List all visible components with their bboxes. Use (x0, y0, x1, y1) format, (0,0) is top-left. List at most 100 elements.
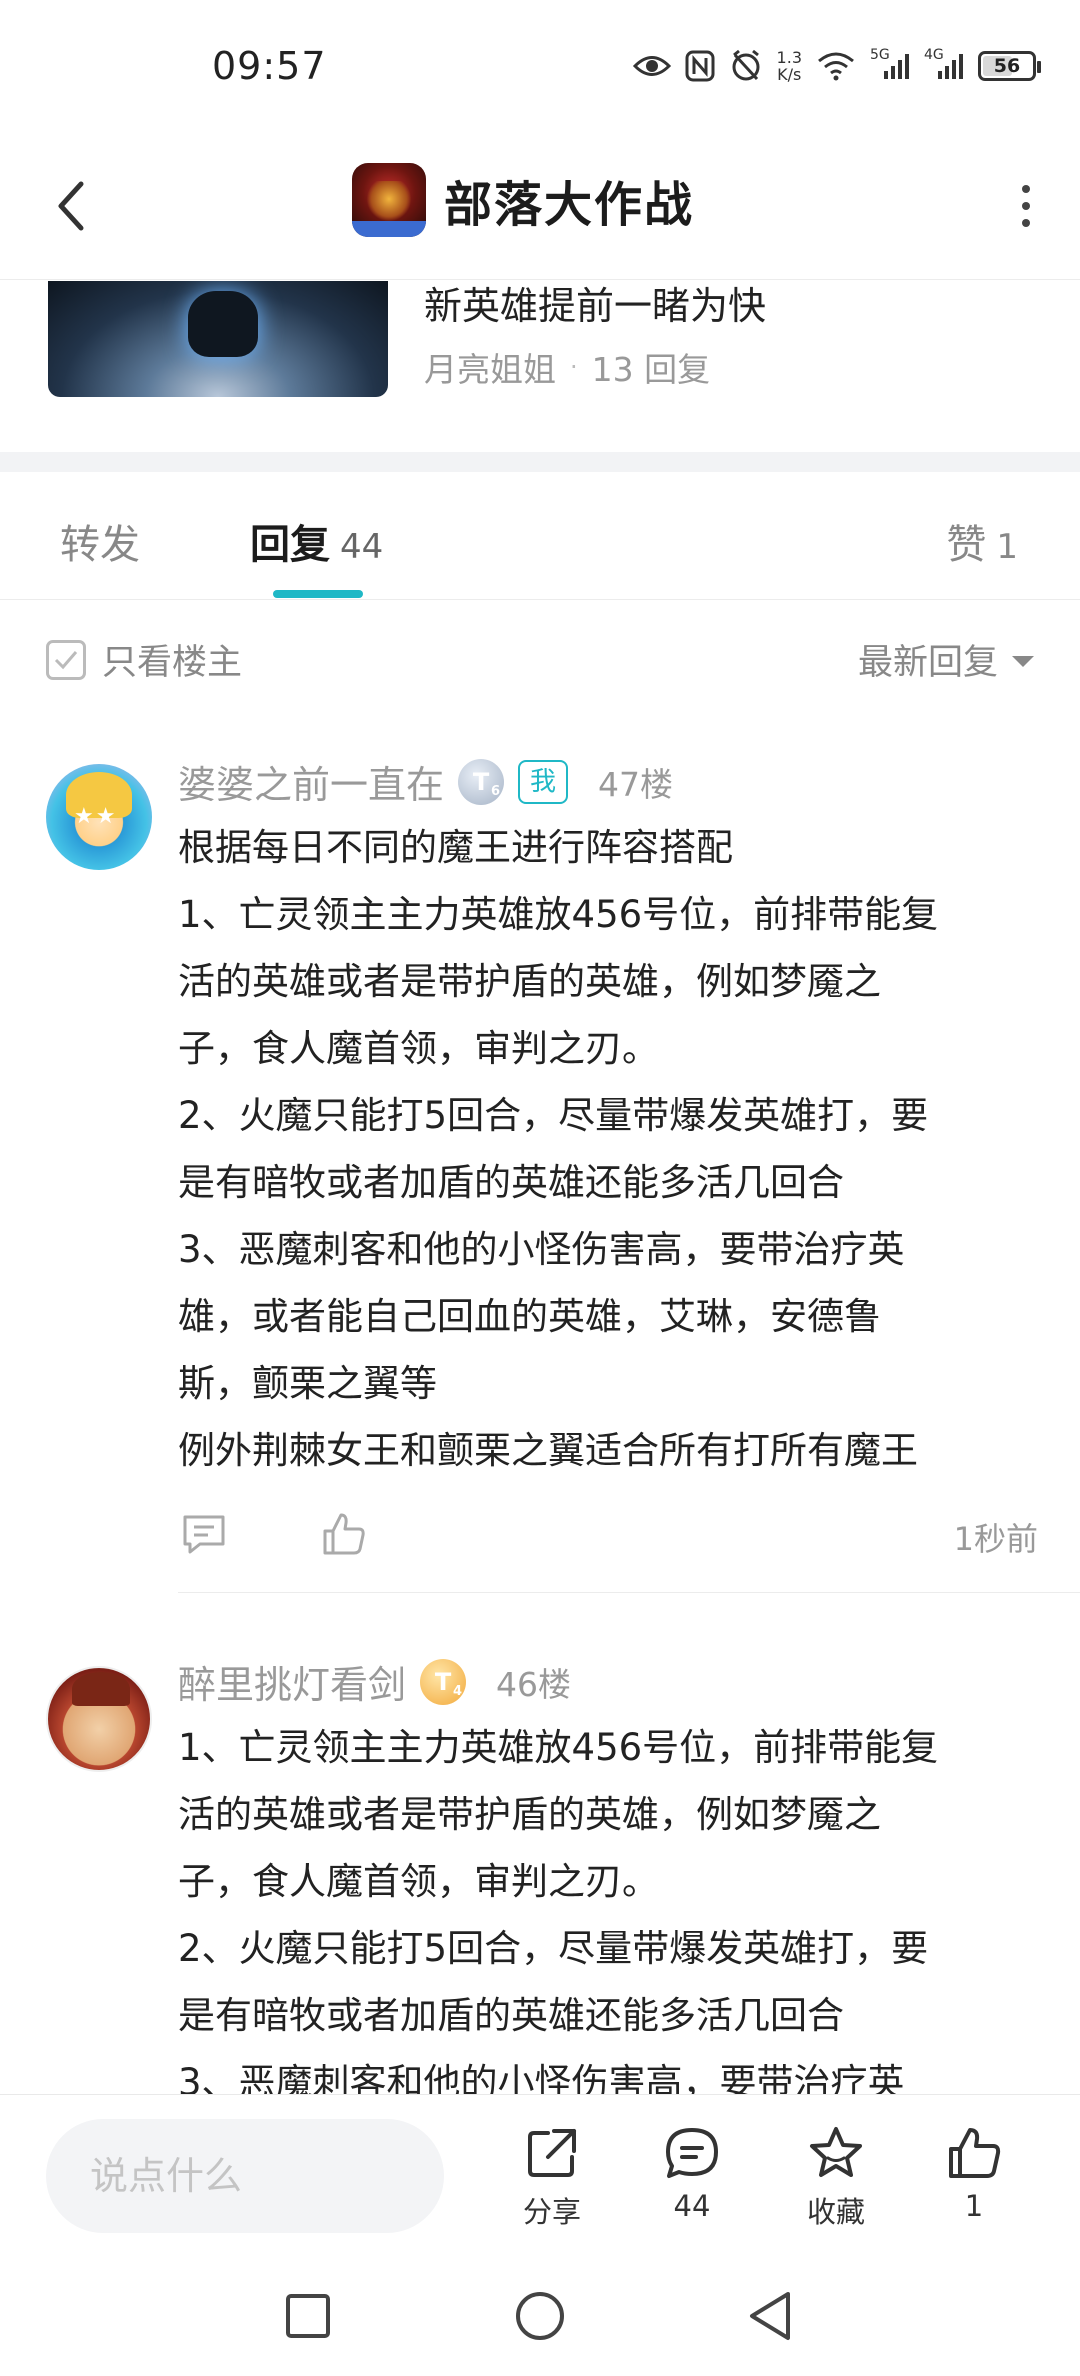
square-icon (286, 2294, 330, 2338)
reply-comment-icon[interactable] (178, 1508, 230, 1560)
tab-like[interactable]: 赞 1 (946, 512, 1018, 570)
sort-dropdown[interactable]: 最新回复 (858, 634, 1034, 685)
comment-line: 子，食人魔首领，审判之刃。 (178, 1860, 659, 1903)
bottom-action-bar: 分享 44 收藏 1 (0, 2094, 1080, 2256)
comment-line: 3、恶魔刺客和他的小怪伤害高，要带治疗英 (178, 1228, 905, 1271)
net-speed-unit: K/s (777, 65, 802, 84)
status-time: 09:57 (212, 44, 327, 88)
more-dot-icon (1022, 219, 1030, 227)
back-arrow-icon (58, 181, 84, 231)
comment-line: 活的英雄或者是带护盾的英雄，例如梦魇之 (178, 960, 881, 1003)
share-button[interactable]: 分享 (492, 2125, 612, 2235)
app-header: 部落大作战 (0, 130, 1080, 280)
game-logo-icon (352, 163, 426, 237)
comment-line: 2、火魔只能打5回合，尽量带爆发英雄打，要 (178, 1094, 929, 1137)
related-post-card[interactable]: 新英雄提前一睹为快 月亮姐姐 · 13 回复 (0, 281, 1080, 451)
battery-icon: 56 (978, 51, 1041, 81)
tab-forward-label: 转发 (60, 522, 140, 568)
comment-username[interactable]: 醉里挑灯看剑 (178, 1654, 406, 1709)
thumbs-up-icon (949, 2128, 1001, 2178)
only-host-toggle[interactable]: 只看楼主 (46, 634, 242, 685)
wifi-icon (816, 51, 856, 81)
signal-5g-label: 5G (870, 47, 890, 63)
tab-reply-count: 44 (340, 527, 384, 567)
status-bar: 09:57 1.3 K/s 5G 4G 56 (0, 0, 1080, 130)
level-badge-letter: T (434, 1667, 452, 1696)
circle-icon (516, 2292, 564, 2340)
more-options-button[interactable] (998, 170, 1054, 242)
active-tab-indicator (273, 590, 363, 598)
comment-author-line: 婆婆之前一直在 T 6 我 47楼 (178, 754, 673, 809)
more-dot-icon (1022, 185, 1030, 193)
tab-forward[interactable]: 转发 (60, 512, 140, 570)
comment-username[interactable]: 婆婆之前一直在 (178, 754, 444, 809)
like-count: 1 (964, 2189, 984, 2223)
star-icon (810, 2127, 862, 2177)
back-button[interactable] (40, 166, 100, 246)
caret-down-icon (1012, 656, 1034, 667)
comment-count-button[interactable]: 44 (632, 2125, 752, 2235)
net-speed: 1.3 K/s (777, 49, 802, 83)
comment-line: 例外荆棘女王和颤栗之翼适合所有打所有魔王 (178, 1429, 918, 1472)
nfc-icon (685, 50, 715, 82)
signal-icon-5g: 5G (870, 47, 910, 81)
only-host-label: 只看楼主 (102, 643, 243, 683)
me-tag: 我 (518, 759, 569, 804)
floor-number: 46楼 (496, 1664, 572, 1704)
comment-line: 1、亡灵领主主力英雄放456号位，前排带能复 (178, 893, 939, 936)
level-badge-icon: T 4 (420, 1658, 467, 1705)
battery-level: 56 (993, 55, 1021, 77)
page-title: 部落大作战 (444, 177, 695, 233)
comment-line: 1、亡灵领主主力英雄放456号位，前排带能复 (178, 1726, 939, 1769)
level-badge-number: 4 (452, 1683, 463, 1699)
related-post-title: 新英雄提前一睹为快 (424, 284, 767, 328)
tab-reply[interactable]: 回复 44 (250, 512, 383, 570)
related-post-replies: 13 回复 (591, 350, 711, 389)
section-divider (0, 452, 1080, 472)
level-badge-letter: T (472, 767, 490, 796)
comment-line: 活的英雄或者是带护盾的英雄，例如梦魇之 (178, 1793, 881, 1836)
tab-like-count: 1 (996, 527, 1018, 567)
triangle-back-icon (750, 2292, 790, 2340)
checkbox-icon[interactable] (46, 639, 86, 680)
comment-icon (666, 2128, 718, 2178)
system-nav-bar (0, 2256, 1080, 2376)
share-icon (528, 2129, 576, 2177)
status-icons: 1.3 K/s 5G 4G 56 (632, 46, 1041, 86)
comment-count: 44 (673, 2189, 711, 2223)
comment-line: 是有暗牧或者加盾的英雄还能多活几回合 (178, 1994, 844, 2037)
comment-body: 根据每日不同的魔王进行阵容搭配 1、亡灵领主主力英雄放456号位，前排带能复 活… (178, 814, 1038, 1484)
comment-line: 斯，颤栗之翼等 (178, 1362, 437, 1405)
like-comment-icon[interactable] (318, 1508, 370, 1560)
avatar[interactable] (46, 1666, 152, 1772)
header-title-group[interactable]: 部落大作战 (352, 160, 694, 240)
avatar[interactable] (46, 764, 152, 870)
related-post-thumbnail (48, 281, 388, 397)
filter-row: 只看楼主 最新回复 (0, 600, 1080, 720)
favorite-label: 收藏 (806, 2195, 865, 2229)
comment-line: 2、火魔只能打5回合，尽量带爆发英雄打，要 (178, 1927, 929, 1970)
comment-body: 1、亡灵领主主力英雄放456号位，前排带能复 活的英雄或者是带护盾的英雄，例如梦… (178, 1714, 1038, 2116)
home-button[interactable] (504, 2280, 576, 2352)
comment-line: 子，食人魔首领，审判之刃。 (178, 1027, 659, 1070)
tab-like-label: 赞 (946, 522, 987, 568)
meta-separator: · (570, 353, 578, 381)
back-nav-button[interactable] (734, 2280, 806, 2352)
comment-line: 雄，或者能自己回血的英雄，艾琳，安德鲁 (178, 1295, 881, 1338)
comment-input[interactable] (46, 2119, 444, 2233)
comment-divider (178, 1592, 1080, 1593)
signal-icon-4g: 4G (924, 47, 964, 81)
more-dot-icon (1022, 202, 1030, 210)
related-post-meta: 月亮姐姐 · 13 回复 (424, 343, 710, 391)
sort-label: 最新回复 (857, 643, 998, 683)
level-badge-number: 6 (490, 783, 501, 799)
recent-apps-button[interactable] (272, 2280, 344, 2352)
favorite-button[interactable]: 收藏 (776, 2125, 896, 2235)
related-post-author: 月亮姐姐 (424, 350, 556, 389)
comment-time: 1秒前 (953, 1520, 1038, 1558)
post-tabs: 转发 回复 44 赞 1 (0, 472, 1080, 600)
level-badge-icon: T 6 (458, 758, 505, 805)
like-button[interactable]: 1 (914, 2125, 1034, 2235)
signal-4g-label: 4G (924, 47, 944, 63)
comment-line: 是有暗牧或者加盾的英雄还能多活几回合 (178, 1161, 844, 1204)
